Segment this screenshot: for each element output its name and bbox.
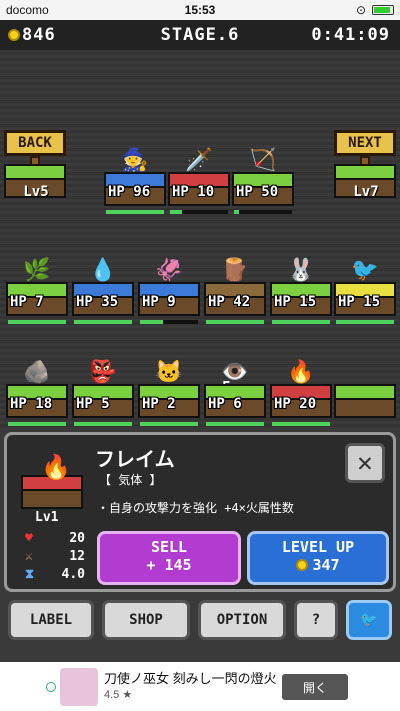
enemy-hp-bar bbox=[106, 210, 164, 214]
unit-hp: HP 5 bbox=[76, 396, 110, 412]
level-up-label: LEVEL UP bbox=[281, 538, 355, 556]
hourglass-icon: ⧗ bbox=[25, 567, 35, 582]
unit-slot[interactable]: 🪨 HP 18 bbox=[6, 362, 68, 426]
shop-button[interactable]: SHOP bbox=[102, 600, 190, 640]
goblin-unit-icon: 👺 bbox=[89, 360, 117, 385]
rock-unit-icon: 🪨 bbox=[23, 360, 51, 385]
sword-icon: ⚔ bbox=[25, 549, 33, 564]
squid-unit-icon: 🦑 bbox=[155, 258, 183, 283]
unit-attribute: 【 気体 】 bbox=[99, 473, 162, 487]
bow-unit-icon: 🌿 bbox=[23, 258, 51, 283]
label-button[interactable]: LABEL bbox=[8, 600, 94, 640]
back-label: BACK bbox=[4, 130, 66, 156]
stump-unit-icon: 🪵 bbox=[221, 258, 249, 283]
unit-hp: HP 7 bbox=[10, 294, 44, 310]
ad-open-button[interactable]: 開く bbox=[282, 674, 348, 700]
back-level-island[interactable]: Lv5 bbox=[4, 164, 68, 204]
play-timer: 0:41:09 bbox=[311, 25, 390, 45]
unit-hp: HP 6 bbox=[208, 396, 242, 412]
sell-value: + 145 bbox=[146, 556, 192, 574]
unit-hp: HP 2 bbox=[142, 396, 176, 412]
mage-enemy-icon: 🧙 bbox=[121, 148, 149, 173]
twitter-button[interactable]: 🐦 bbox=[346, 600, 392, 640]
unit-hp: HP 35 bbox=[76, 294, 119, 310]
unit-detail-panel: 🔥 Lv1 フレイム 【 気体 】 ・自身の攻撃力を強化 +4×火属性数 ✕ ♥… bbox=[4, 432, 396, 592]
close-icon: ✕ bbox=[357, 448, 373, 478]
unit-hp: HP 9 bbox=[142, 294, 176, 310]
next-level-label: Lv7 bbox=[353, 184, 379, 200]
unit-slot[interactable]: 🐦 HP 15 bbox=[334, 260, 396, 324]
unit-slot[interactable]: 🐰 HP 15 bbox=[270, 260, 332, 324]
next-level-island[interactable]: Lv7 bbox=[334, 164, 398, 204]
battle-field: BACK Lv5 NEXT Lv7 🧙 HP 96 🗡️ HP 10 🏹 HP … bbox=[0, 50, 400, 430]
ad-rating: 4.5 ★ bbox=[104, 689, 133, 701]
flame-unit-icon: 🔥 bbox=[287, 360, 315, 385]
bird-unit-icon: 🐦 bbox=[351, 258, 379, 283]
unit-slot[interactable]: 👁️ HP 6 bbox=[204, 362, 266, 426]
enemy-hp: HP 50 bbox=[236, 184, 279, 200]
close-button[interactable]: ✕ bbox=[345, 443, 385, 483]
unit-hp: HP 15 bbox=[274, 294, 317, 310]
clock: 15:53 bbox=[184, 3, 216, 17]
coin-icon bbox=[296, 559, 309, 571]
bottom-menu: LABEL SHOP OPTION ? 🐦 bbox=[0, 600, 400, 642]
enemy-slot-1[interactable]: 🧙 HP 96 bbox=[104, 150, 166, 214]
unit-slot[interactable]: 🌿 HP 7 bbox=[6, 260, 68, 324]
enemy-hp: HP 96 bbox=[108, 184, 151, 200]
back-level-label: Lv5 bbox=[23, 184, 49, 200]
battery-icon bbox=[372, 5, 394, 15]
archer-enemy-icon: 🏹 bbox=[249, 148, 277, 173]
ad-banner[interactable]: 刀使ノ巫女 刻みし一閃の燈火 4.5 ★ 開く bbox=[0, 662, 400, 711]
attack-stat-value: 12 bbox=[69, 549, 85, 564]
empty-unit-slot[interactable] bbox=[334, 384, 396, 418]
hp-stat: ♥ 20 bbox=[25, 531, 85, 546]
unit-slot[interactable]: 💧 HP 35 bbox=[72, 260, 134, 324]
unit-slot[interactable]: 🪵 HP 42 bbox=[204, 260, 266, 324]
unit-description: ・自身の攻撃力を強化 +4×火属性数 bbox=[97, 501, 294, 515]
help-button[interactable]: ? bbox=[294, 600, 338, 640]
unit-hp: HP 42 bbox=[208, 294, 251, 310]
enemy-hp-bar bbox=[170, 210, 228, 214]
warrior-enemy-icon: 🗡️ bbox=[185, 148, 213, 173]
unit-slot[interactable]: 🔥 HP 20 bbox=[270, 362, 332, 426]
rabbit-unit-icon: 🐰 bbox=[287, 258, 315, 283]
slime-unit-icon: 💧 bbox=[89, 258, 117, 283]
speed-stat: ⧗ 4.0 bbox=[25, 567, 85, 582]
level-up-button[interactable]: LEVEL UP 347 bbox=[247, 531, 389, 585]
twitter-bird-icon: 🐦 bbox=[360, 612, 378, 628]
option-button[interactable]: OPTION bbox=[198, 600, 286, 640]
unit-level: Lv1 bbox=[35, 510, 59, 525]
enemy-hp-bar bbox=[234, 210, 292, 214]
status-bar: docomo 15:53 ⊙ bbox=[0, 0, 400, 20]
cat-unit-icon: 🐱 bbox=[155, 360, 183, 385]
unit-hp: HP 15 bbox=[338, 294, 381, 310]
ad-title: 刀使ノ巫女 刻みし一閃の燈火 bbox=[104, 671, 277, 686]
unit-portrait: 🔥 bbox=[21, 453, 83, 513]
speed-stat-value: 4.0 bbox=[61, 567, 85, 582]
unit-slot[interactable]: 🐱 HP 2 bbox=[138, 362, 200, 426]
enemy-slot-3[interactable]: 🏹 HP 50 bbox=[232, 150, 294, 214]
eye-unit-icon: 👁️ bbox=[221, 360, 249, 385]
lock-rotation-icon: ⊙ bbox=[355, 3, 366, 17]
unit-hp: HP 20 bbox=[274, 396, 317, 412]
enemy-hp: HP 10 bbox=[172, 184, 215, 200]
next-label: NEXT bbox=[334, 130, 396, 156]
hud-bar: 846 STAGE.6 0:41:09 bbox=[0, 20, 400, 50]
unit-slot[interactable]: 🦑 HP 9 bbox=[138, 260, 200, 324]
sell-label: SELL bbox=[150, 538, 188, 556]
flame-icon: 🔥 bbox=[41, 453, 71, 481]
hp-stat-value: 20 bbox=[69, 531, 85, 546]
ad-info-icon[interactable] bbox=[46, 682, 56, 692]
unit-slot[interactable]: 👺 HP 5 bbox=[72, 362, 134, 426]
ad-thumbnail bbox=[60, 668, 98, 706]
attack-stat: ⚔ 12 bbox=[25, 549, 85, 564]
level-up-cost: 347 bbox=[312, 556, 340, 574]
heart-icon: ♥ bbox=[25, 531, 33, 546]
enemy-slot-2[interactable]: 🗡️ HP 10 bbox=[168, 150, 230, 214]
status-icons: ⊙ bbox=[356, 3, 394, 17]
unit-hp: HP 18 bbox=[10, 396, 53, 412]
unit-name: フレイム bbox=[95, 447, 175, 471]
sell-button[interactable]: SELL + 145 bbox=[97, 531, 241, 585]
